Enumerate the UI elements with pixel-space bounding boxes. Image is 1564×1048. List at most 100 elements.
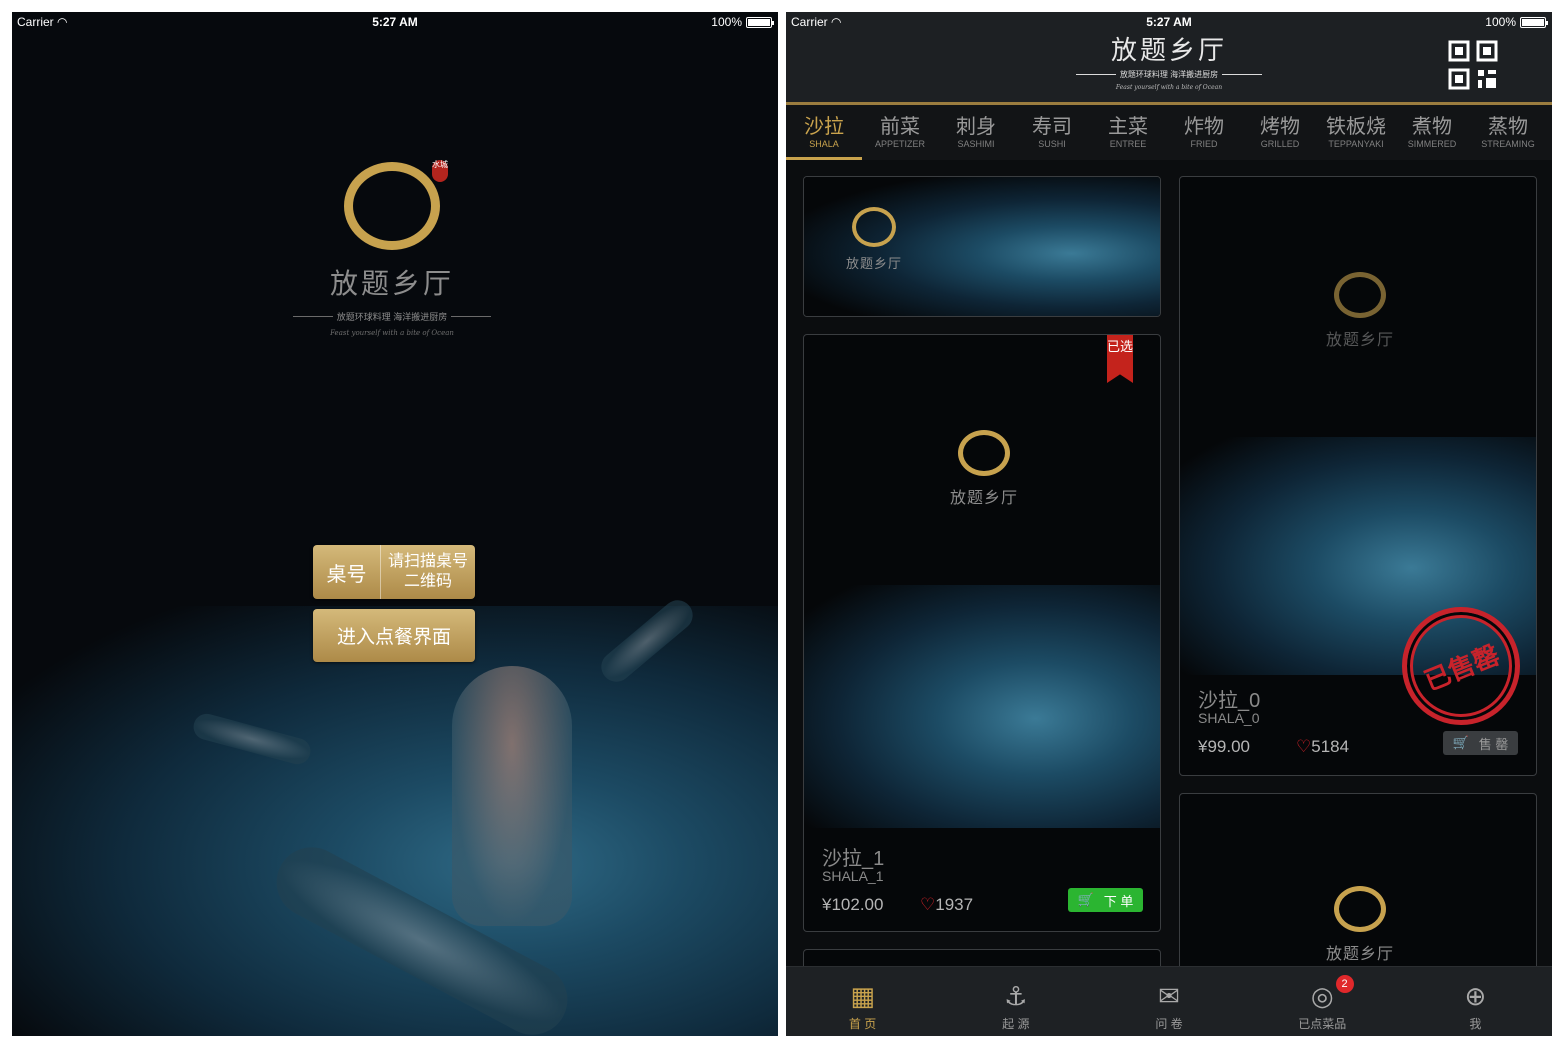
tab-label: 问 卷 bbox=[1155, 1017, 1183, 1031]
selected-ribbon: 已选 bbox=[1107, 335, 1133, 383]
sold-out-button: 🛒 售 罄 bbox=[1443, 731, 1518, 755]
menu-screen: Carrier ◠ 5:27 AM 100% 放题乡厅 放题环球料理 海洋搬进厨… bbox=[786, 12, 1552, 1036]
category-cn-label: 沙拉 bbox=[804, 114, 844, 138]
category-cn-label: 蒸物 bbox=[1488, 114, 1528, 138]
category-cn-label: 炸物 bbox=[1184, 114, 1224, 138]
category-tab-grilled[interactable]: 烤物 GRILLED bbox=[1242, 105, 1318, 160]
dish-english-name: SHALA_0 bbox=[1198, 710, 1260, 726]
category-en-label: SUSHI bbox=[1038, 139, 1066, 149]
category-tab-streaming[interactable]: 蒸物 STREAMING bbox=[1470, 105, 1546, 160]
category-tab-appetizer[interactable]: 前菜 APPETIZER bbox=[862, 105, 938, 160]
enter-ordering-button[interactable]: 进入点餐界面 bbox=[313, 609, 475, 662]
mail-icon: ✉ bbox=[1158, 981, 1180, 1011]
category-en-label: ENTREE bbox=[1109, 139, 1147, 149]
bottom-tab-bar: ▦ 首 页 ⚓ 起 源 ✉ 问 卷 ◎ 已点菜品 2 ⊕ 我 bbox=[786, 966, 1552, 1036]
brush-circle-icon bbox=[1334, 886, 1386, 932]
tab-dish[interactable]: ◎ 已点菜品 2 bbox=[1246, 967, 1399, 1036]
qr-code-icon[interactable] bbox=[1448, 40, 1498, 90]
likes-count: 1937 bbox=[935, 895, 974, 914]
heart-icon: ♡ bbox=[920, 895, 936, 914]
navigation-bar: Carrier ◠ 5:27 AM 100% 放题乡厅 放题环球料理 海洋搬进厨… bbox=[786, 12, 1552, 104]
brand-logo: 放题乡厅 放题环球料理 海洋搬进厨房 Feast yourself with a… bbox=[1069, 30, 1269, 91]
category-cn-label: 刺身 bbox=[956, 114, 996, 138]
cart-icon: 🛒 bbox=[1077, 892, 1094, 907]
brush-circle-icon bbox=[344, 162, 440, 250]
clock: 5:27 AM bbox=[1146, 15, 1192, 29]
brand-name: 放题乡厅 bbox=[1110, 36, 1227, 66]
dish-card[interactable]: 放题乡厅 已售罄 沙拉_0 SHALA_0 ¥99.00 ♡5184 🛒 售 罄 bbox=[1179, 176, 1537, 776]
swimmer-figure bbox=[595, 594, 699, 688]
brand-logo: 放题乡厅 bbox=[1310, 272, 1410, 350]
category-tab-sashimi[interactable]: 刺身 SASHIMI bbox=[938, 105, 1014, 160]
dish-likes[interactable]: ♡1937 bbox=[920, 895, 973, 915]
brush-circle-icon bbox=[852, 207, 896, 247]
brand-logo: 放题乡厅 bbox=[934, 430, 1034, 508]
category-en-label: SIMMERED bbox=[1407, 139, 1457, 149]
sold-out-label: 售 罄 bbox=[1478, 736, 1509, 752]
category-tab-sushi[interactable]: 寿司 SUSHI bbox=[1014, 105, 1090, 160]
count-badge: 2 bbox=[1335, 975, 1354, 993]
scan-prompt-line2: 二维码 bbox=[403, 573, 452, 590]
dish-likes[interactable]: ♡5184 bbox=[1296, 737, 1349, 757]
brand-name: 放题乡厅 bbox=[949, 488, 1018, 507]
clock: 5:27 AM bbox=[372, 15, 418, 29]
brand-logo: 放题乡厅 bbox=[1310, 886, 1410, 964]
category-en-label: APPETIZER bbox=[874, 139, 925, 149]
order-button[interactable]: 🛒 下 单 bbox=[1068, 888, 1143, 912]
slippers-icon: ⊕ bbox=[1464, 981, 1487, 1011]
tab-label: 首 页 bbox=[848, 1017, 877, 1031]
category-en-label: SHALA bbox=[809, 139, 839, 149]
category-cn-label: 烤物 bbox=[1260, 114, 1300, 138]
dish-name: 沙拉_0 bbox=[1198, 690, 1261, 712]
brand-slogan-row: 放题环球料理 海洋搬进厨房 bbox=[1069, 69, 1269, 80]
brand-name: 放题乡厅 bbox=[1325, 944, 1394, 963]
category-cn-label: 寿司 bbox=[1032, 114, 1072, 138]
dish-icon: ◎ bbox=[1310, 981, 1334, 1011]
brand-logo: 水城 放题乡厅 放题环球料理 海洋搬进厨房 Feast yourself wit… bbox=[292, 160, 492, 337]
category-tab-fried[interactable]: 炸物 FRIED bbox=[1166, 105, 1242, 160]
tab-home[interactable]: ▦ 首 页 bbox=[786, 967, 939, 1036]
brand-logo: 放题乡厅 bbox=[829, 207, 919, 272]
anchor-icon: ⚓ bbox=[1004, 981, 1028, 1011]
category-en-label: GRILLED bbox=[1260, 139, 1300, 149]
tab-label: 已点菜品 bbox=[1298, 1017, 1347, 1031]
scan-qr-prompt[interactable]: 请扫描桌号 二维码 bbox=[381, 545, 475, 599]
order-label: 下 单 bbox=[1103, 893, 1134, 909]
battery-indicator: 100% bbox=[711, 15, 774, 29]
table-number-panel[interactable]: 桌号 请扫描桌号 二维码 bbox=[313, 545, 475, 599]
status-bar: Carrier ◠ 5:27 AM 100% bbox=[12, 12, 778, 32]
tab-label: 我 bbox=[1469, 1017, 1482, 1031]
brand-name: 放题乡厅 bbox=[845, 257, 902, 272]
battery-indicator: 100% bbox=[1485, 15, 1548, 29]
login-screen: Carrier ◠ 5:27 AM 100% 水城 放题乡厅 放题环球料理 海洋… bbox=[12, 12, 778, 1036]
category-en-label: SASHIMI bbox=[957, 139, 995, 149]
likes-count: 5184 bbox=[1311, 737, 1350, 756]
dish-card[interactable]: 放题乡厅 已选 沙拉_1 SHALA_1 ¥102.00 ♡1937 🛒 下 单 bbox=[803, 334, 1161, 932]
battery-icon bbox=[746, 16, 774, 28]
banner-card[interactable]: 放题乡厅 bbox=[803, 176, 1161, 317]
table-label: 桌号 bbox=[313, 545, 381, 599]
brand-slogan: 放题环球料理 海洋搬进厨房 bbox=[1119, 70, 1219, 79]
category-tab-teppanyaki[interactable]: 铁板烧 TEPPANYAKI bbox=[1318, 105, 1394, 160]
category-cn-label: 铁板烧 bbox=[1326, 114, 1386, 138]
dish-english-name: SHALA_1 bbox=[822, 868, 884, 884]
category-cn-label: 前菜 bbox=[880, 114, 920, 138]
brand-slogan: 放题环球料理 海洋搬进厨房 bbox=[336, 312, 448, 322]
category-cn-label: 煮物 bbox=[1412, 114, 1452, 138]
dish-price: ¥102.00 bbox=[822, 895, 884, 914]
category-tab-entree[interactable]: 主菜 ENTREE bbox=[1090, 105, 1166, 160]
category-tab-shala[interactable]: 沙拉 SHALA bbox=[786, 105, 862, 160]
brand-tagline: Feast yourself with a bite of Ocean bbox=[1115, 84, 1223, 91]
category-cn-label: 主菜 bbox=[1108, 114, 1148, 138]
tab-mail[interactable]: ✉ 问 卷 bbox=[1092, 967, 1245, 1036]
cart-icon: 🛒 bbox=[1452, 735, 1469, 750]
brand-name: 放题乡厅 bbox=[329, 267, 454, 300]
brush-circle-icon bbox=[958, 430, 1010, 476]
heart-icon: ♡ bbox=[1296, 737, 1312, 756]
brush-circle-icon bbox=[1334, 272, 1386, 318]
tab-slippers[interactable]: ⊕ 我 bbox=[1399, 967, 1552, 1036]
tab-label: 起 源 bbox=[1002, 1017, 1030, 1031]
category-tab-simmered[interactable]: 煮物 SIMMERED bbox=[1394, 105, 1470, 160]
tab-anchor[interactable]: ⚓ 起 源 bbox=[939, 967, 1092, 1036]
brand-tagline: Feast yourself with a bite of Ocean bbox=[330, 329, 454, 337]
